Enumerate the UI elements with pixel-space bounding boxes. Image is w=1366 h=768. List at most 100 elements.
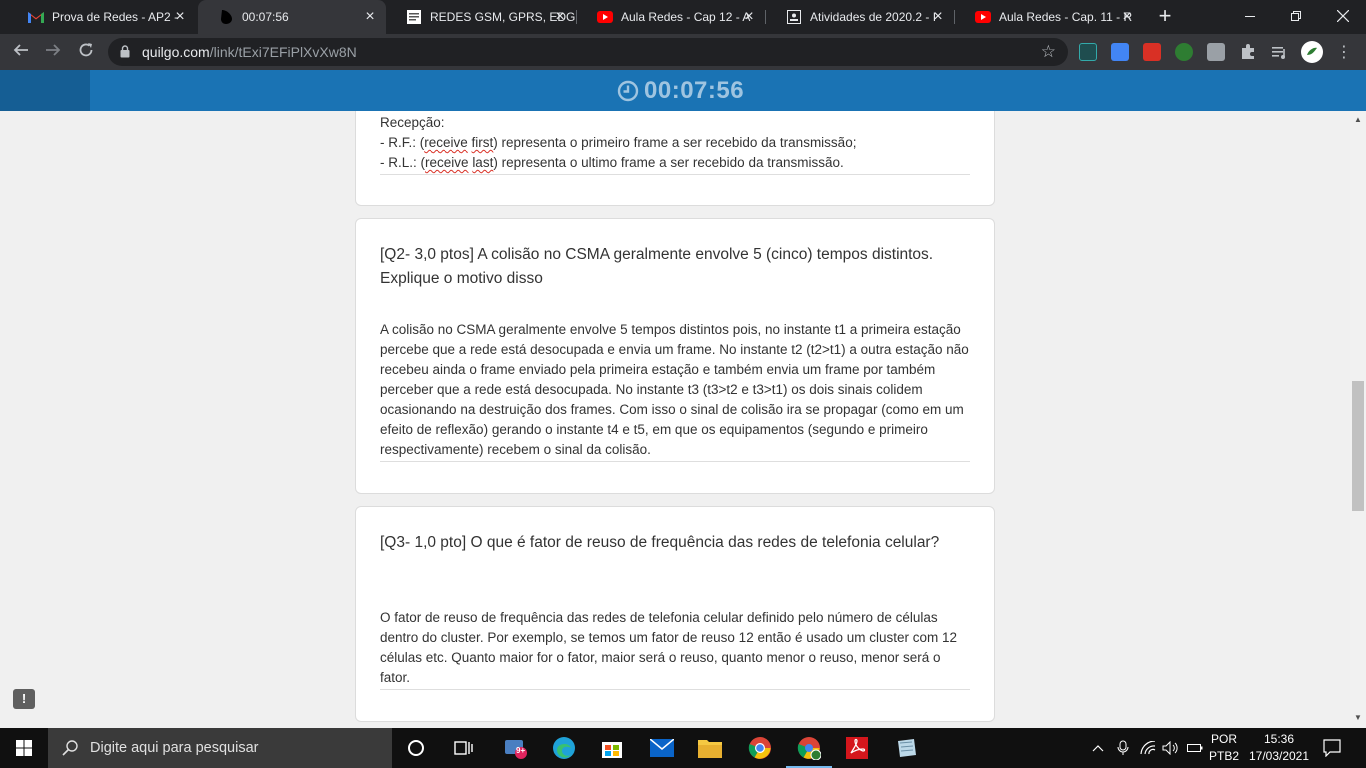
timer-value: 00:07:56 — [644, 77, 745, 104]
volume-icon[interactable] — [1162, 728, 1180, 768]
browser-toolbar: quilgo.com/link/tExi7EFiPlXvXw8N ☆ ⋮ — [0, 34, 1366, 70]
mail-badge: 9+ — [516, 746, 526, 755]
close-icon[interactable]: × — [741, 9, 757, 25]
tab-redes-gsm[interactable]: REDES GSM, GPRS, EDG × — [386, 0, 576, 34]
chrome-icon[interactable] — [748, 736, 772, 760]
countdown-timer: 00:07:56 — [617, 77, 744, 105]
windows-taskbar: Digite aqui para pesquisar 9+ POR PTB2 1… — [0, 728, 1366, 768]
question-card-q1: Recepção: - R.F.: (receive first) repres… — [355, 111, 995, 206]
misspelled-word: receive — [424, 135, 468, 150]
edge-browser-icon[interactable] — [552, 736, 576, 760]
extension-n-icon[interactable] — [1079, 43, 1097, 61]
question-text-q3: [Q3- 1,0 pto] O que é fator de reuso de … — [380, 534, 940, 551]
clock-time: 15:36 — [1263, 732, 1295, 746]
reload-icon[interactable] — [74, 40, 98, 64]
new-tab-plus-icon[interactable]: + — [1154, 5, 1176, 27]
url-text: quilgo.com/link/tExi7EFiPlXvXw8N — [142, 44, 357, 60]
youtube-icon — [597, 9, 613, 25]
tray-chevron-up-icon[interactable] — [1092, 728, 1104, 768]
media-queue-icon[interactable] — [1271, 43, 1289, 61]
microsoft-store-icon[interactable] — [600, 736, 624, 760]
close-icon[interactable]: × — [1119, 9, 1135, 25]
answer-underline — [380, 689, 970, 690]
tab-strip: Prova de Redes - AP2 - × 00:07:56 × REDE… — [0, 0, 1366, 34]
answer-text-q2[interactable]: A colisão no CSMA geralmente envolve 5 t… — [380, 320, 970, 460]
windows-start-icon[interactable] — [0, 728, 48, 768]
youtube-icon — [975, 9, 991, 25]
timer-bar: 00:07:56 — [0, 70, 1366, 111]
quilgo-icon — [218, 9, 234, 25]
url-path: /link/tExi7EFiPlXvXw8N — [209, 44, 357, 60]
search-placeholder: Digite aqui para pesquisar — [90, 740, 259, 756]
cortana-icon[interactable] — [404, 736, 428, 760]
search-icon — [62, 740, 78, 756]
answer-line: Recepção: — [380, 115, 445, 130]
question-card-q2: [Q2- 3,0 ptos] A colisão no CSMA geralme… — [355, 218, 995, 494]
back-arrow-icon[interactable] — [9, 40, 33, 64]
tab-classroom[interactable]: Atividades de 2020.2 - I × — [766, 0, 954, 34]
adobe-pdf-icon[interactable] — [1143, 43, 1161, 61]
battery-icon[interactable] — [1187, 728, 1203, 768]
answer-line: - R.L.: (receive last) representa o ulti… — [380, 155, 844, 170]
file-explorer-icon[interactable] — [698, 736, 722, 760]
window-close-icon[interactable] — [1320, 0, 1366, 32]
minimize-icon[interactable] — [1227, 0, 1273, 32]
taskbar-clock[interactable]: 15:36 17/03/2021 — [1244, 731, 1314, 765]
timer-bar-left-block — [0, 70, 90, 111]
clock-icon — [617, 80, 639, 102]
chrome-profile-icon[interactable] — [797, 736, 821, 760]
address-bar[interactable]: quilgo.com/link/tExi7EFiPlXvXw8N ☆ — [108, 38, 1068, 66]
task-view-icon[interactable] — [452, 736, 476, 760]
tab-youtube-cap12[interactable]: Aula Redes - Cap 12 - A × — [577, 0, 765, 34]
bookmark-star-icon[interactable]: ☆ — [1041, 42, 1056, 62]
forward-arrow-icon[interactable] — [41, 40, 65, 64]
wifi-icon[interactable] — [1140, 728, 1156, 768]
input-language-indicator[interactable]: POR PTB2 — [1208, 731, 1240, 765]
language-code: POR — [1210, 732, 1237, 746]
misspelled-word: receive — [425, 155, 469, 170]
clock-date: 17/03/2021 — [1248, 749, 1310, 763]
menu-kebab-icon[interactable]: ⋮ — [1336, 42, 1352, 62]
mail-app-icon[interactable]: 9+ — [503, 736, 527, 760]
close-icon[interactable]: × — [552, 9, 568, 25]
feedback-alert-icon[interactable]: ! — [13, 689, 35, 709]
classroom-icon — [786, 9, 802, 25]
gmail-icon — [28, 9, 44, 25]
scroll-up-arrow-icon[interactable]: ▲ — [1354, 116, 1362, 124]
answer-text-q1[interactable]: Recepção: - R.F.: (receive first) repres… — [380, 113, 970, 173]
answer-line: - R.F.: (receive first) representa o pri… — [380, 135, 857, 150]
quiz-content: Recepção: - R.F.: (receive first) repres… — [0, 111, 1350, 728]
tab-gmail[interactable]: Prova de Redes - AP2 - × — [8, 0, 196, 34]
lock-icon — [120, 45, 130, 58]
question-card-q3: [Q3- 1,0 pto] O que é fator de reuso de … — [355, 506, 995, 722]
translate-icon[interactable] — [1111, 43, 1129, 61]
scrollbar-thumb[interactable] — [1352, 381, 1364, 511]
puzzle-extensions-icon[interactable] — [1239, 43, 1257, 61]
keyboard-layout: PTB2 — [1208, 749, 1239, 763]
notepad-app-icon[interactable] — [894, 736, 918, 760]
question-text-q2: [Q2- 3,0 ptos] A colisão no CSMA geralme… — [380, 246, 934, 287]
answer-underline — [380, 174, 970, 175]
url-domain: quilgo.com — [142, 44, 210, 60]
scroll-down-arrow-icon[interactable]: ▼ — [1354, 714, 1362, 722]
answer-underline — [380, 461, 970, 462]
extension-gray-icon[interactable] — [1207, 43, 1225, 61]
profile-avatar[interactable] — [1301, 41, 1323, 63]
taskbar-search-box[interactable]: Digite aqui para pesquisar — [48, 728, 392, 768]
close-icon[interactable]: × — [930, 9, 946, 25]
microphone-tray-icon[interactable] — [1116, 728, 1130, 768]
close-icon[interactable]: × — [362, 9, 378, 25]
document-icon — [406, 9, 422, 25]
restore-icon[interactable] — [1273, 0, 1319, 32]
notifications-icon[interactable] — [1323, 728, 1341, 768]
outlook-mail-icon[interactable] — [650, 736, 674, 760]
extension-globe-icon[interactable] — [1175, 43, 1193, 61]
misspelled-word: last — [472, 155, 494, 170]
answer-text-q3[interactable]: O fator de reuso de frequência das redes… — [380, 608, 970, 688]
tab-quilgo[interactable]: 00:07:56 × — [198, 0, 386, 34]
tab-youtube-cap11[interactable]: Aula Redes - Cap. 11 - R × — [955, 0, 1143, 34]
adobe-acrobat-icon[interactable] — [845, 736, 869, 760]
page-scrollbar[interactable]: ▲ ▼ — [1350, 111, 1366, 728]
misspelled-word: first — [471, 135, 494, 150]
close-icon[interactable]: × — [172, 9, 188, 25]
